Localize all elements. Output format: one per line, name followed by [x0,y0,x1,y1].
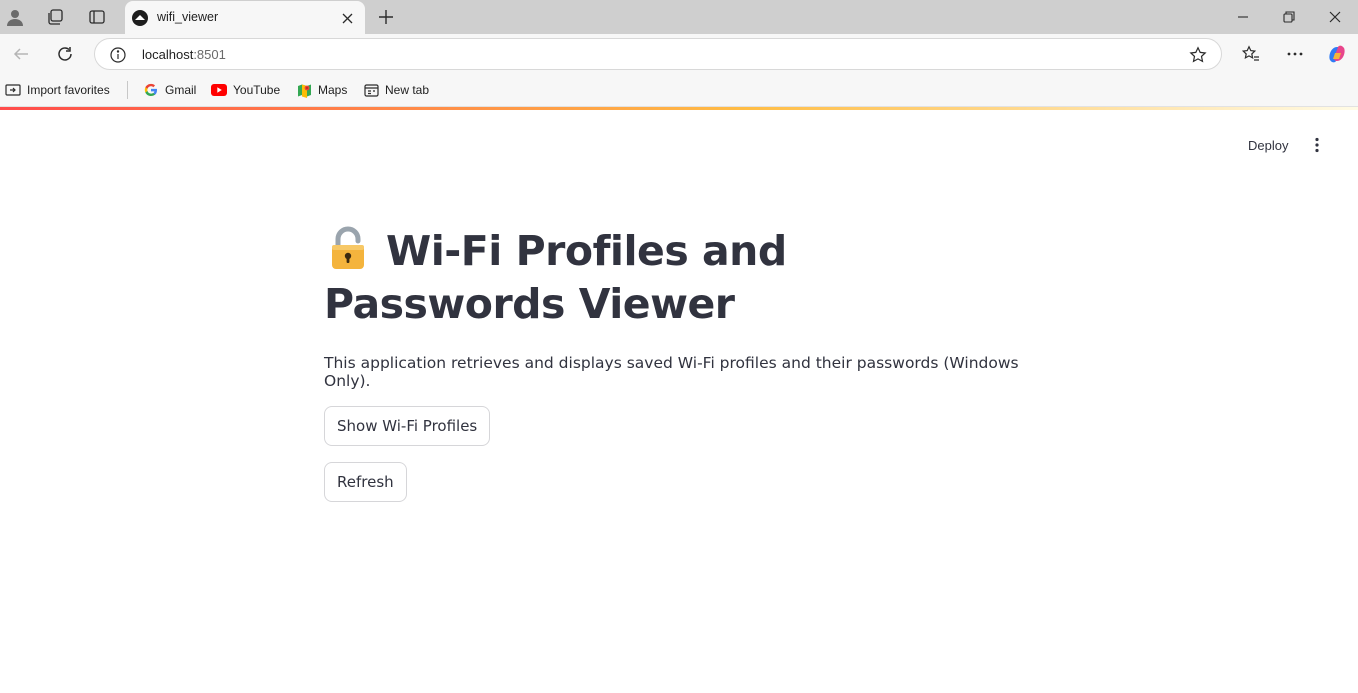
newtab-icon [363,82,379,98]
copilot-icon [1329,45,1345,63]
page-title-text: Wi-Fi Profiles and Passwords Viewer [324,227,787,328]
close-icon [342,13,352,23]
maps-icon [296,82,312,98]
tab-strip: wifi_viewer [0,0,1358,34]
youtube-icon [211,82,227,98]
app-description: This application retrieves and displays … [324,354,1019,390]
main-menu-button[interactable] [1306,133,1328,157]
bookmark-maps[interactable]: Maps [296,81,347,99]
tab-close-button[interactable] [338,9,356,27]
minimize-button[interactable] [1220,0,1266,34]
bookmark-separator [127,81,128,99]
bookmark-new-tab[interactable]: New tab [363,81,429,99]
settings-more-button[interactable] [1280,39,1310,69]
copilot-button[interactable] [1322,39,1352,69]
reload-button[interactable] [50,39,80,69]
more-horizontal-icon [1287,52,1303,56]
show-wifi-profiles-button[interactable]: Show Wi-Fi Profiles [324,406,491,446]
bookmark-youtube[interactable]: YouTube [211,81,280,99]
back-button[interactable] [6,39,36,69]
close-window-button[interactable] [1312,0,1358,34]
profile-icon [7,10,23,26]
more-vertical-icon [1315,137,1319,153]
google-icon [143,82,159,98]
close-icon [1329,11,1341,23]
bookmarks-bar: Import favorites Gmail YouTube Maps New … [0,74,1358,106]
import-icon [5,82,21,98]
site-info-icon[interactable] [109,46,127,64]
browser-toolbar: localhost:8501 [0,34,1358,74]
restore-button[interactable] [1266,0,1312,34]
restore-icon [1283,11,1295,23]
tab-title: wifi_viewer [157,10,219,24]
url-text[interactable]: localhost:8501 [142,47,226,62]
reload-icon [58,47,72,61]
bookmark-import-favorites[interactable]: Import favorites [5,81,110,99]
header-decoration-bar [0,107,1358,110]
vertical-tabs-icon [89,10,105,24]
lock-icon [324,223,372,271]
streamlit-favicon [132,10,148,26]
profile-button[interactable] [0,3,30,31]
deploy-button[interactable]: Deploy [1238,133,1298,157]
new-tab-button[interactable] [372,4,400,30]
favorite-star-icon[interactable] [1189,46,1207,64]
page-title: Wi-Fi Profiles and Passwords Viewer [324,223,1024,331]
plus-icon [379,10,393,24]
refresh-button[interactable]: Refresh [324,462,407,502]
main-content: Wi-Fi Profiles and Passwords Viewer This… [324,223,1024,502]
minimize-icon [1238,16,1248,18]
address-bar[interactable]: localhost:8501 [94,38,1222,70]
tab-actions-button[interactable] [82,3,112,31]
app-page: Deploy Wi-Fi Profiles and Passwords View… [0,106,1358,693]
workspaces-button[interactable] [40,3,70,31]
back-arrow-icon [13,48,28,60]
tab-wifi-viewer[interactable]: wifi_viewer [125,1,365,34]
favorites-button[interactable] [1236,39,1266,69]
favorites-list-icon [1242,45,1259,61]
workspaces-icon [48,9,63,25]
bookmark-gmail[interactable]: Gmail [143,81,196,99]
